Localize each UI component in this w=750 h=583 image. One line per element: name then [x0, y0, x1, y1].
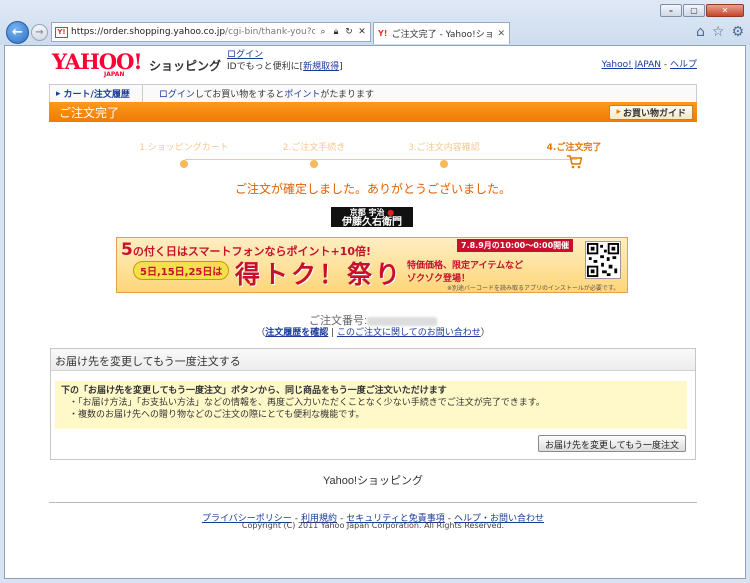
order-history-link[interactable]: 注文履歴を確認 — [265, 328, 328, 338]
store-logo[interactable]: 京都 宇治 ● 伊藤久右衛門 — [331, 207, 413, 228]
order-confirmed-message: ご注文が確定しました。ありがとうございました。 — [234, 182, 511, 196]
window-controls: – ▢ ✕ — [660, 4, 744, 17]
page-title: ご注文完了 — [59, 105, 120, 120]
banner-sub-1: 特価価格、限定アイテムなど — [407, 261, 524, 271]
header-help-nav: Yahoo! JAPAN - ヘルプ — [602, 57, 697, 70]
navbar-message: ログインしてお買い物をするとポイントがたまります — [143, 87, 374, 100]
cart-icon — [567, 155, 582, 169]
window-close-button[interactable]: ✕ — [706, 4, 744, 17]
step-label: 4.ご注文完了 — [546, 143, 602, 153]
step-2: 2.ご注文手続き — [259, 140, 369, 168]
maximize-button[interactable]: ▢ — [683, 4, 705, 17]
reorder-panel: お届け先を変更してもう一度注文する 下の「お届け先を変更してもう一度注文」ボタン… — [50, 348, 696, 460]
navbar-msg-mid: してお買い物をすると — [194, 90, 285, 100]
home-icon[interactable]: ⌂ — [696, 24, 705, 40]
url-path: /cgi-bin/thank-you?catalog — [225, 27, 315, 37]
order-links-close: ） — [480, 328, 490, 338]
service-name: ショッピング — [149, 59, 222, 73]
gear-icon[interactable]: ⚙ — [731, 24, 744, 40]
page-viewport: YAHOO! JAPAN ショッピング ログイン IDでもっと便利に[新規取得]… — [4, 45, 746, 579]
step-4: 4.ご注文完了 — [519, 140, 629, 169]
address-url[interactable]: https://order.shopping.yahoo.co.jp/cgi-b… — [71, 27, 315, 37]
copyright: Copyright (C) 2011 Yahoo Japan Corporati… — [241, 521, 505, 530]
footer-divider — [49, 502, 697, 503]
step-dot — [440, 160, 448, 168]
banner-days-pill: 5日,15日,25日は — [133, 261, 230, 280]
navbar-msg-end: がたまります — [320, 90, 375, 100]
qr-code-icon — [585, 241, 621, 279]
login-block: ログイン IDでもっと便利に[新規取得] — [227, 49, 343, 73]
close-icon[interactable]: ✕ — [357, 27, 367, 37]
reorder-lead: 下の「お届け先を変更してもう一度注文」ボタンから、同じ商品をもう一度ご注文いただ… — [61, 386, 447, 396]
yahoo-shopping-logo[interactable]: YAHOO! JAPAN — [52, 49, 147, 78]
order-links-sep: | — [328, 328, 338, 338]
url-host: https://order.shopping.yahoo.co.jp — [71, 27, 226, 37]
login-note-end: ] — [339, 62, 343, 72]
help-link[interactable]: ヘルプ — [670, 60, 697, 70]
reorder-button[interactable]: お届け先を変更してもう一度注文 — [537, 435, 686, 452]
browser-chrome: – ▢ ✕ ← → Y! https://order.shopping.yaho… — [0, 0, 750, 45]
step-dot — [310, 160, 318, 168]
navbar: カート/注文履歴 ログインしてお買い物をするとポイントがたまります — [49, 84, 697, 102]
banner-top-num: 5 — [121, 240, 133, 260]
toolbar-icons: ⌂ ☆ ⚙ — [696, 24, 744, 40]
step-label: 2.ご注文手続き — [282, 143, 346, 153]
help-separator: - — [661, 60, 670, 70]
shopping-guide-button[interactable]: お買い物ガイド — [609, 104, 693, 120]
step-1: 1.ショッピングカート — [129, 140, 239, 168]
banner-hours: 7.8.9月の10:00～0:00開催 — [457, 239, 574, 252]
footer-service-name: Yahoo!ショッピング — [322, 475, 424, 487]
minimize-button[interactable]: – — [660, 4, 682, 17]
navbar-point-link[interactable]: ポイント — [284, 90, 320, 100]
logo-text: YAHOO! — [52, 49, 143, 74]
yahoo-japan-link[interactable]: Yahoo! JAPAN — [602, 60, 661, 70]
lock-icon[interactable]: 🔒︎ — [331, 27, 341, 37]
step-dot — [180, 160, 188, 168]
browser-tab[interactable]: Y! ご注文完了 - Yahoo!ショ... ✕ — [373, 22, 510, 44]
logo-sub: JAPAN — [104, 71, 125, 78]
cart-history-link[interactable]: カート/注文履歴 — [50, 85, 143, 102]
register-link[interactable]: 新規取得 — [303, 62, 339, 72]
step-3: 3.ご注文内容確認 — [389, 140, 499, 168]
reorder-info-box: 下の「お届け先を変更してもう一度注文」ボタンから、同じ商品をもう一度ご注文いただ… — [55, 381, 687, 429]
search-icon[interactable]: ⌕ — [318, 27, 328, 37]
back-arrow-icon[interactable]: ← — [6, 21, 29, 44]
store-logo-line1: 京都 宇治 ● — [331, 208, 413, 217]
store-logo-line2: 伊藤久右衛門 — [342, 217, 402, 228]
campaign-banner[interactable]: 5の付く日はスマートフォンならポイント+10倍! 5日,15日,25日は 得トク… — [116, 237, 628, 293]
order-inquiry-link[interactable]: このご注文に関してのお問い合わせ — [337, 328, 481, 338]
checkout-steps: 1.ショッピングカート 2.ご注文手続き 3.ご注文内容確認 4.ご注文完了 — [139, 140, 629, 170]
tab-favicon-icon: Y! — [378, 28, 388, 38]
reorder-item-1: ・「お届け方法」「お支払い方法」などの情報を、再度ご入力いただくことなく少ない手… — [69, 398, 545, 408]
star-icon[interactable]: ☆ — [712, 24, 725, 40]
banner-title: 得トク！祭り — [235, 260, 404, 289]
page-content: YAHOO! JAPAN ショッピング ログイン IDでもっと便利に[新規取得]… — [49, 46, 697, 576]
page-title-bar: ご注文完了 お買い物ガイド — [49, 102, 697, 122]
login-link[interactable]: ログイン — [227, 50, 263, 60]
order-links-open: （ — [256, 328, 266, 338]
tab-close-icon[interactable]: ✕ — [497, 29, 505, 39]
reorder-item-2: ・複数のお届け先への贈り物などのご注文の際にとても便利な機能です。 — [69, 410, 365, 420]
step-label: 1.ショッピングカート — [139, 143, 229, 153]
forward-arrow-icon[interactable]: → — [31, 24, 48, 41]
refresh-icon[interactable]: ↻ — [344, 27, 354, 37]
navbar-login-link[interactable]: ログイン — [159, 90, 195, 100]
step-label: 3.ご注文内容確認 — [408, 143, 480, 153]
banner-note: ※別途バーコードを読み取るアプリのインストールが必要です。 — [447, 285, 620, 292]
yahoo-favicon-icon: Y! — [55, 26, 68, 38]
reorder-heading: お届け先を変更してもう一度注文する — [51, 349, 695, 371]
login-note: IDでもっと便利に[ — [227, 62, 304, 72]
order-links: （注文履歴を確認 | このご注文に関してのお問い合わせ） — [49, 325, 697, 338]
store-mark-icon: ● — [387, 207, 395, 217]
store-logo-line1-text: 京都 宇治 — [349, 207, 385, 217]
address-bar[interactable]: Y! https://order.shopping.yahoo.co.jp/cg… — [51, 22, 371, 42]
tab-title: ご注文完了 - Yahoo!ショ... — [391, 30, 495, 40]
